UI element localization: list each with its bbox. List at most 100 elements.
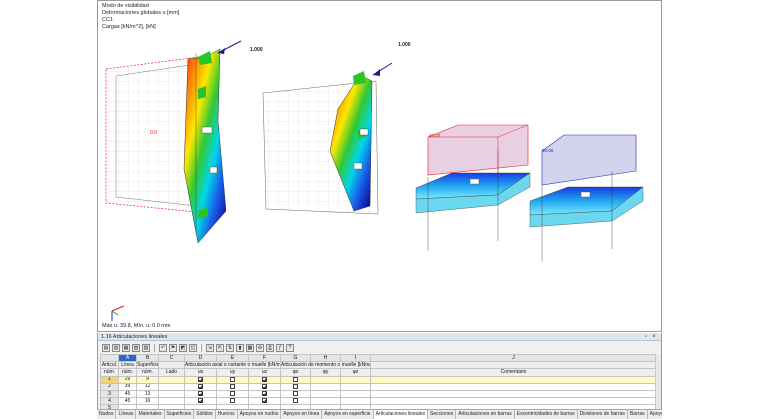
cell-phz[interactable] bbox=[340, 382, 371, 391]
cell-linea[interactable]: 39 bbox=[118, 382, 137, 391]
cell-comentario[interactable] bbox=[370, 382, 657, 391]
column-letter-b[interactable]: B bbox=[136, 353, 159, 363]
phx-checkbox[interactable] bbox=[293, 377, 298, 382]
tab-0[interactable]: Nudos bbox=[97, 410, 117, 419]
column-letter-d[interactable]: D bbox=[184, 353, 217, 363]
cell-phy[interactable] bbox=[310, 375, 341, 384]
grid-icon[interactable]: ▩ bbox=[246, 343, 254, 352]
tab-5[interactable]: Huecos bbox=[216, 410, 238, 419]
ux-checkbox[interactable] bbox=[198, 384, 203, 389]
cell-comentario[interactable] bbox=[370, 397, 657, 406]
cell-uz[interactable] bbox=[248, 389, 281, 399]
tab-7[interactable]: Apoyos en línea bbox=[281, 410, 323, 419]
row-number[interactable]: 2 bbox=[100, 382, 119, 391]
insert-row-icon[interactable]: ▧ bbox=[132, 343, 140, 352]
close-icon[interactable]: × bbox=[651, 334, 657, 340]
formula-icon[interactable]: ƒ bbox=[276, 343, 284, 352]
table-row[interactable]: 3 45 13 bbox=[100, 389, 657, 399]
print-icon[interactable]: ⎙ bbox=[266, 343, 274, 352]
tab-8[interactable]: Apoyos en superficie bbox=[322, 410, 374, 419]
sort-icon[interactable]: ⇅ bbox=[226, 343, 234, 352]
select-icon[interactable]: ◩ bbox=[179, 343, 187, 352]
column-letter-j[interactable]: J bbox=[370, 353, 657, 363]
cell-phx[interactable] bbox=[280, 375, 311, 384]
uy-checkbox[interactable] bbox=[230, 398, 235, 404]
cell-ux[interactable] bbox=[184, 382, 217, 391]
row-number[interactable]: 3 bbox=[100, 389, 119, 399]
cell-phz[interactable] bbox=[340, 397, 371, 406]
cell-linea[interactable]: 45 bbox=[118, 389, 137, 399]
cell-ux[interactable] bbox=[184, 389, 217, 399]
3d-viewport[interactable]: Modo de visibilidad Deformaciones global… bbox=[97, 0, 662, 332]
cell-phz[interactable] bbox=[340, 389, 371, 399]
table-row[interactable]: 4 45 16 bbox=[100, 397, 657, 406]
copy-icon[interactable]: ▤ bbox=[102, 343, 110, 352]
import-icon[interactable]: ⇲ bbox=[206, 343, 214, 352]
cell-superficie[interactable]: 13 bbox=[136, 389, 159, 399]
table-row[interactable]: 2 39 12 bbox=[100, 382, 657, 391]
help-icon[interactable]: ? bbox=[286, 343, 294, 352]
uy-checkbox[interactable] bbox=[230, 391, 235, 397]
uz-checkbox[interactable] bbox=[262, 377, 267, 382]
tab-1[interactable]: Líneas bbox=[116, 410, 137, 419]
uy-checkbox[interactable] bbox=[230, 384, 235, 389]
cell-phz[interactable] bbox=[340, 375, 371, 384]
column-letter-c[interactable]: C bbox=[158, 353, 185, 363]
cell-ux[interactable] bbox=[184, 375, 217, 384]
table-icon[interactable]: ▦ bbox=[122, 343, 130, 352]
uz-checkbox[interactable] bbox=[262, 391, 267, 397]
ux-checkbox[interactable] bbox=[198, 377, 203, 382]
cell-uz[interactable] bbox=[248, 397, 281, 406]
tab-9[interactable]: Articulaciones lineales bbox=[373, 410, 429, 419]
phx-checkbox[interactable] bbox=[293, 391, 298, 397]
cell-lado[interactable] bbox=[158, 389, 185, 399]
cell-linea[interactable]: 29 bbox=[118, 375, 137, 384]
cell-linea[interactable]: 45 bbox=[118, 397, 137, 406]
cell-uy[interactable] bbox=[216, 389, 249, 399]
cell-ux[interactable] bbox=[184, 397, 217, 406]
paste-icon[interactable]: ▥ bbox=[112, 343, 120, 352]
cell-lado[interactable] bbox=[158, 375, 185, 384]
tab-10[interactable]: Secciones bbox=[428, 410, 457, 419]
tab-15[interactable]: Apoyos elásticos en barra bbox=[648, 410, 662, 419]
tab-14[interactable]: Barras bbox=[628, 410, 648, 419]
cell-superficie[interactable]: 12 bbox=[136, 382, 159, 391]
cell-uz[interactable] bbox=[248, 375, 281, 384]
cell-lado[interactable] bbox=[158, 382, 185, 391]
uy-checkbox[interactable] bbox=[230, 377, 235, 382]
cell-phx[interactable] bbox=[280, 382, 311, 391]
cell-comentario[interactable] bbox=[370, 389, 657, 399]
column-letter-a[interactable]: A bbox=[118, 353, 137, 363]
uz-checkbox[interactable] bbox=[262, 398, 267, 404]
cell-comentario[interactable] bbox=[370, 375, 657, 384]
cell-superficie[interactable]: 16 bbox=[136, 397, 159, 406]
tab-4[interactable]: Sólidos bbox=[194, 410, 216, 419]
column-letter-i[interactable]: I bbox=[340, 353, 371, 363]
view-icon[interactable]: ◫ bbox=[189, 343, 197, 352]
cell-phy[interactable] bbox=[310, 389, 341, 399]
table-scrollbar[interactable] bbox=[655, 354, 661, 409]
table-row[interactable]: 1 29 9 bbox=[100, 375, 657, 384]
tab-6[interactable]: Apoyos en nudos bbox=[238, 410, 282, 419]
cell-phy[interactable] bbox=[310, 397, 341, 406]
undo-icon[interactable]: ↶ bbox=[159, 343, 167, 352]
uz-checkbox[interactable] bbox=[262, 384, 267, 389]
tab-13[interactable]: Divisiones de barras bbox=[578, 410, 628, 419]
export-icon[interactable]: ⇱ bbox=[216, 343, 224, 352]
cell-phx[interactable] bbox=[280, 397, 311, 406]
column-letter-e[interactable]: E bbox=[216, 353, 249, 363]
cell-uy[interactable] bbox=[216, 382, 249, 391]
cell-superficie[interactable]: 9 bbox=[136, 375, 159, 384]
row-number[interactable]: 1 bbox=[100, 375, 119, 384]
tab-2[interactable]: Materiales bbox=[136, 410, 165, 419]
tab-3[interactable]: Superficies bbox=[165, 410, 195, 419]
cell-phy[interactable] bbox=[310, 382, 341, 391]
pin-icon[interactable]: ▫ bbox=[643, 334, 649, 340]
cell-uy[interactable] bbox=[216, 397, 249, 406]
delete-row-icon[interactable]: ▨ bbox=[142, 343, 150, 352]
filter-icon[interactable]: ⚑ bbox=[169, 343, 177, 352]
cell-uz[interactable] bbox=[248, 382, 281, 391]
ux-checkbox[interactable] bbox=[198, 398, 203, 404]
cell-lado[interactable] bbox=[158, 397, 185, 406]
row-number[interactable]: 4 bbox=[100, 397, 119, 406]
